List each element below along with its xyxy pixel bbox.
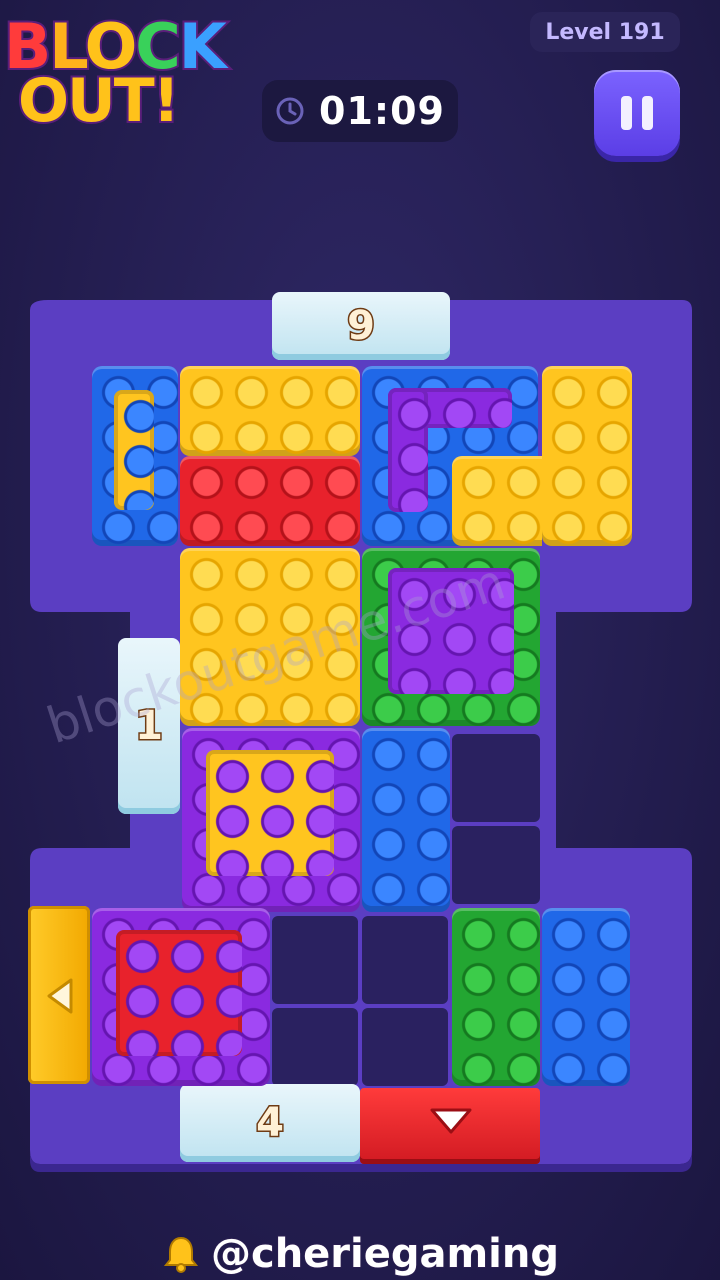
exit-gate-yellow [28,906,90,1084]
block-green[interactable] [452,908,540,1086]
block-yellow-inner [206,750,334,876]
ice-door-bottom-count: 4 [255,1099,286,1148]
block-yellow-L[interactable] [542,366,632,546]
ice-door-top: 9 [272,292,450,360]
board-cell-empty [272,916,358,1004]
block-purple-frame[interactable] [92,908,270,1086]
board-cell-empty [452,734,540,822]
block-yellow-L-part[interactable] [452,456,542,546]
block-red[interactable] [180,456,360,546]
block-blue-frame[interactable] [92,366,178,546]
block-blue[interactable] [542,908,630,1086]
arrow-down-icon [430,1108,472,1134]
bell-icon [163,1236,199,1273]
board-cell-empty [362,1008,448,1086]
board-cell-empty [452,826,540,904]
block-purple-inner [388,388,428,512]
block-purple-frame[interactable] [182,728,360,912]
ice-door-top-count: 9 [346,302,377,351]
ice-door-bottom: 4 [180,1084,360,1162]
arrow-left-icon [47,978,73,1014]
block-blue[interactable] [362,728,450,912]
footer: @cheriegaming [0,1228,720,1280]
exit-gate-red [360,1088,540,1164]
channel-handle: @cheriegaming [210,1230,560,1278]
board-cell-empty [362,916,448,1004]
block-yellow-inner [114,390,154,510]
block-red-inner [116,930,242,1056]
board-cell-empty [272,1008,358,1086]
block-yellow[interactable] [180,366,360,456]
